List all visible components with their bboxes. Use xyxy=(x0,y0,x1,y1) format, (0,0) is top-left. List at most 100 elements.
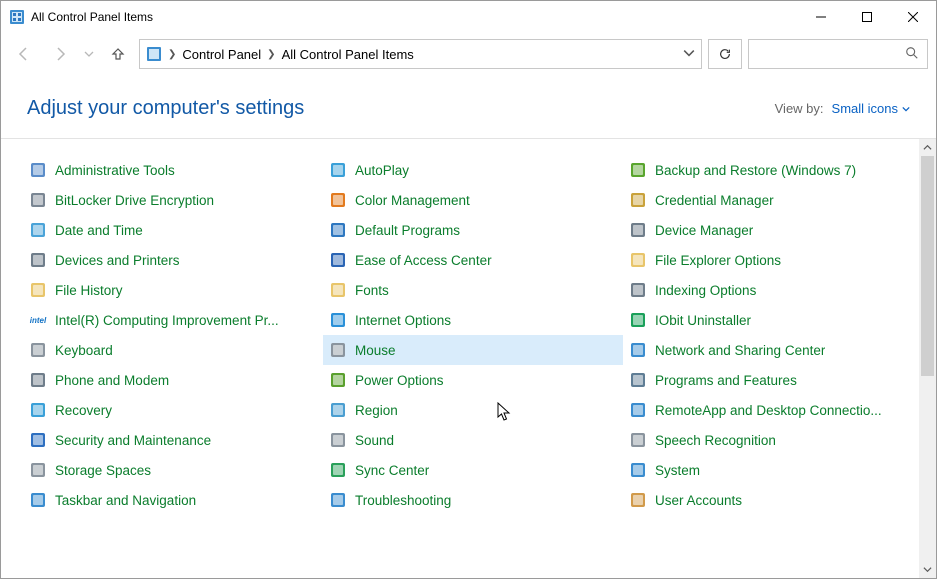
control-panel-item[interactable]: intelIntel(R) Computing Improvement Pr..… xyxy=(23,305,323,335)
window-title: All Control Panel Items xyxy=(31,10,153,24)
control-panel-item[interactable]: Phone and Modem xyxy=(23,365,323,395)
item-label: Speech Recognition xyxy=(655,433,776,448)
item-label: Mouse xyxy=(355,343,396,358)
item-label: Storage Spaces xyxy=(55,463,151,478)
search-input[interactable] xyxy=(748,39,928,69)
chevron-right-icon[interactable]: ❯ xyxy=(267,49,275,60)
view-by-dropdown[interactable]: Small icons xyxy=(832,101,910,116)
item-label: File Explorer Options xyxy=(655,253,781,268)
scrollbar[interactable] xyxy=(919,139,936,578)
control-panel-item[interactable]: Ease of Access Center xyxy=(323,245,623,275)
control-panel-item[interactable]: IObit Uninstaller xyxy=(623,305,919,335)
refresh-button[interactable] xyxy=(708,39,742,69)
minimize-button[interactable] xyxy=(798,1,844,33)
address-dropdown[interactable] xyxy=(683,47,695,62)
storage-icon xyxy=(29,461,47,479)
control-panel-item[interactable]: Region xyxy=(323,395,623,425)
programs-icon xyxy=(629,371,647,389)
control-panel-item[interactable]: Recovery xyxy=(23,395,323,425)
item-label: Administrative Tools xyxy=(55,163,175,178)
item-label: Credential Manager xyxy=(655,193,774,208)
item-label: Phone and Modem xyxy=(55,373,169,388)
control-panel-item[interactable]: Indexing Options xyxy=(623,275,919,305)
control-panel-item[interactable]: Administrative Tools xyxy=(23,155,323,185)
control-panel-item[interactable]: System xyxy=(623,455,919,485)
admin-tools-icon xyxy=(29,161,47,179)
control-panel-window: All Control Panel Items ❯ xyxy=(0,0,937,579)
control-panel-item[interactable]: RemoteApp and Desktop Connectio... xyxy=(623,395,919,425)
control-panel-item[interactable]: Network and Sharing Center xyxy=(623,335,919,365)
devices-printers-icon xyxy=(29,251,47,269)
control-panel-item[interactable]: Storage Spaces xyxy=(23,455,323,485)
remoteapp-icon xyxy=(629,401,647,419)
address-bar[interactable]: ❯ Control Panel ❯ All Control Panel Item… xyxy=(139,39,702,69)
chevron-right-icon[interactable]: ❯ xyxy=(168,49,176,60)
default-programs-icon xyxy=(329,221,347,239)
control-panel-item[interactable]: Backup and Restore (Windows 7) xyxy=(623,155,919,185)
page-title: Adjust your computer's settings xyxy=(27,97,304,120)
item-label: Recovery xyxy=(55,403,112,418)
control-panel-item[interactable]: File History xyxy=(23,275,323,305)
autoplay-icon xyxy=(329,161,347,179)
forward-button[interactable] xyxy=(45,39,75,69)
keyboard-icon xyxy=(29,341,47,359)
control-panel-item[interactable]: User Accounts xyxy=(623,485,919,515)
control-panel-item[interactable]: Color Management xyxy=(323,185,623,215)
close-button[interactable] xyxy=(890,1,936,33)
view-by-value: Small icons xyxy=(832,101,898,116)
control-panel-item[interactable]: Power Options xyxy=(323,365,623,395)
sound-icon xyxy=(329,431,347,449)
control-panel-item[interactable]: Devices and Printers xyxy=(23,245,323,275)
datetime-icon xyxy=(29,221,47,239)
scroll-up-button[interactable] xyxy=(919,139,936,156)
control-panel-item[interactable]: AutoPlay xyxy=(323,155,623,185)
security-icon xyxy=(29,431,47,449)
item-label: Keyboard xyxy=(55,343,113,358)
scroll-track[interactable] xyxy=(919,156,936,561)
credential-icon xyxy=(629,191,647,209)
control-panel-item[interactable]: Device Manager xyxy=(623,215,919,245)
item-label: System xyxy=(655,463,700,478)
control-panel-item[interactable]: Date and Time xyxy=(23,215,323,245)
backup-icon xyxy=(629,161,647,179)
control-panel-item[interactable]: Security and Maintenance xyxy=(23,425,323,455)
control-panel-item[interactable]: Default Programs xyxy=(323,215,623,245)
indexing-icon xyxy=(629,281,647,299)
control-panel-item[interactable]: Taskbar and Navigation xyxy=(23,485,323,515)
control-panel-item[interactable]: Internet Options xyxy=(323,305,623,335)
item-label: Sound xyxy=(355,433,394,448)
maximize-button[interactable] xyxy=(844,1,890,33)
item-label: AutoPlay xyxy=(355,163,409,178)
control-panel-item[interactable]: Troubleshooting xyxy=(323,485,623,515)
breadcrumb-current[interactable]: All Control Panel Items xyxy=(282,47,414,62)
content-area: Administrative Tools AutoPlay Backup and R… xyxy=(1,139,936,578)
navigation-bar: ❯ Control Panel ❯ All Control Panel Item… xyxy=(1,33,936,75)
control-panel-item[interactable]: Mouse xyxy=(323,335,623,365)
control-panel-item[interactable]: Keyboard xyxy=(23,335,323,365)
control-panel-item[interactable]: Sound xyxy=(323,425,623,455)
item-label: Security and Maintenance xyxy=(55,433,211,448)
control-panel-item[interactable]: Speech Recognition xyxy=(623,425,919,455)
control-panel-item[interactable]: Credential Manager xyxy=(623,185,919,215)
item-label: Taskbar and Navigation xyxy=(55,493,196,508)
breadcrumb-root[interactable]: Control Panel xyxy=(182,47,261,62)
item-label: Internet Options xyxy=(355,313,451,328)
recent-dropdown[interactable] xyxy=(81,39,97,69)
device-manager-icon xyxy=(629,221,647,239)
back-button[interactable] xyxy=(9,39,39,69)
region-icon xyxy=(329,401,347,419)
intel-icon: intel xyxy=(29,311,47,329)
control-panel-item[interactable]: BitLocker Drive Encryption xyxy=(23,185,323,215)
view-by-control: View by: Small icons xyxy=(775,101,910,116)
control-panel-item[interactable]: File Explorer Options xyxy=(623,245,919,275)
item-label: IObit Uninstaller xyxy=(655,313,751,328)
control-panel-item[interactable]: Programs and Features xyxy=(623,365,919,395)
scroll-thumb[interactable] xyxy=(921,156,934,376)
item-label: Fonts xyxy=(355,283,389,298)
control-panel-item[interactable]: Fonts xyxy=(323,275,623,305)
control-panel-item[interactable]: Sync Center xyxy=(323,455,623,485)
scroll-down-button[interactable] xyxy=(919,561,936,578)
up-button[interactable] xyxy=(103,39,133,69)
item-label: Troubleshooting xyxy=(355,493,451,508)
system-icon xyxy=(629,461,647,479)
